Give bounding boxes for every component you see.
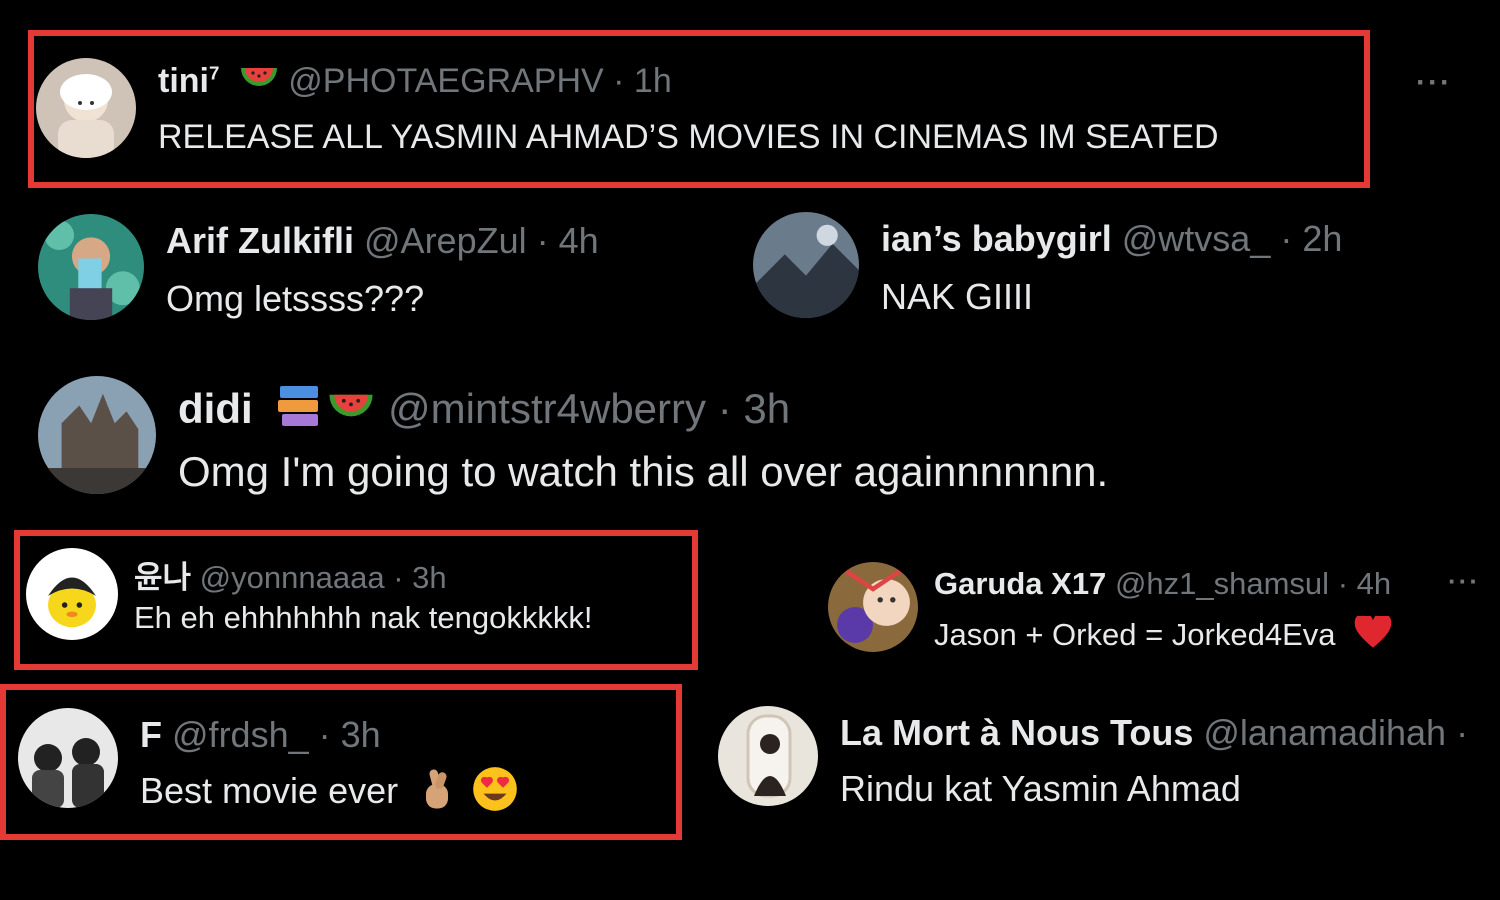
display-name[interactable]: F [140, 714, 162, 755]
timestamp[interactable]: 3h [743, 385, 790, 432]
display-name[interactable]: Garuda X17 [934, 566, 1106, 601]
tweet-text: Rindu kat Yasmin Ahmad [840, 768, 1241, 809]
separator: · [1337, 566, 1349, 601]
timestamp[interactable]: 3h [412, 560, 446, 595]
finger-heart-icon [418, 767, 456, 820]
handle[interactable]: @ArepZul [364, 220, 527, 261]
tweet-text: Eh eh ehhhhhhh nak tengokkkkk! [134, 600, 593, 635]
timestamp[interactable]: 2h [1302, 218, 1342, 259]
avatar[interactable] [26, 548, 118, 640]
timestamp[interactable]: 3h [341, 714, 381, 755]
handle[interactable]: @lanamadihah [1203, 712, 1446, 753]
avatar[interactable] [828, 562, 918, 652]
more-icon[interactable]: ··· [1416, 66, 1452, 100]
timestamp[interactable]: 4h [1357, 566, 1391, 601]
books-icon [274, 382, 324, 442]
tweet-garuda[interactable]: Garuda X17 @hz1_shamsul · 4h Jason + Ork… [800, 536, 1500, 668]
handle[interactable]: @frdsh_ [172, 714, 309, 755]
display-name[interactable]: tini [158, 62, 209, 100]
handle[interactable]: @yonnnaaaa [200, 560, 385, 595]
display-name[interactable]: ian’s babygirl [881, 218, 1112, 259]
tweet-text: NAK GIIII [881, 276, 1034, 317]
display-name[interactable]: didi [178, 385, 253, 432]
display-name[interactable]: 윤나 [134, 560, 191, 595]
display-name[interactable]: Arif Zulkifli [166, 220, 354, 261]
tweet-text: Omg I'm going to watch this all over aga… [178, 448, 1109, 495]
separator: · [318, 714, 331, 755]
avatar[interactable] [18, 708, 118, 808]
handle[interactable]: @wtvsa_ [1122, 218, 1271, 259]
tweet-tini[interactable]: tini7 @PHOTAEGRAPHV · 1h RELEASE ALL YAS… [28, 30, 1370, 188]
display-name[interactable]: La Mort à Nous Tous [840, 712, 1193, 753]
verified-number: 7 [208, 62, 220, 84]
handle[interactable]: @hz1_shamsul [1115, 566, 1329, 601]
tweet-text: Omg letssss??? [166, 278, 425, 319]
handle[interactable]: @mintstr4wberry [388, 385, 706, 432]
separator: · [393, 560, 404, 595]
timestamp[interactable]: 4h [559, 220, 599, 261]
watermelon-icon [326, 388, 376, 436]
separator: · [1456, 712, 1469, 753]
separator: · [1280, 218, 1293, 259]
tweet-arif[interactable]: Arif Zulkifli @ArepZul · 4h Omg letssss?… [20, 192, 722, 352]
heart-eyes-icon [472, 766, 518, 821]
avatar[interactable] [753, 212, 859, 318]
separator: · [613, 62, 625, 100]
tweet-text: Best movie ever [140, 770, 399, 812]
heart-icon [1354, 613, 1392, 658]
tweet-lamort[interactable]: La Mort à Nous Tous @lanamadihah · Rindu… [690, 690, 1500, 840]
separator: · [536, 220, 549, 261]
avatar[interactable] [36, 58, 136, 158]
more-icon[interactable]: ··· [1448, 566, 1480, 597]
tweet-text: Jason + Orked = Jorked4Eva [934, 617, 1336, 653]
timestamp[interactable]: 1h [634, 62, 672, 100]
tweet-ian[interactable]: ian’s babygirl @wtvsa_ · 2h NAK GIIII [735, 192, 1500, 352]
separator: · [717, 385, 732, 433]
tweet-text: RELEASE ALL YASMIN AHMAD’S MOVIES IN CIN… [158, 118, 1219, 156]
tweet-yunna[interactable]: 윤나 @yonnnaaaa · 3h Eh eh ehhhhhhh nak te… [14, 530, 698, 670]
tweet-f[interactable]: F @frdsh_ · 3h Best movie ever [0, 684, 682, 840]
avatar[interactable] [718, 706, 818, 806]
handle[interactable]: @PHOTAEGRAPHV [288, 62, 603, 100]
avatar[interactable] [38, 376, 156, 494]
watermelon-icon [239, 64, 279, 103]
tweet-didi[interactable]: didi @mintstr4wberry · 3h Omg I'm going … [0, 358, 1500, 518]
avatar[interactable] [38, 214, 144, 320]
